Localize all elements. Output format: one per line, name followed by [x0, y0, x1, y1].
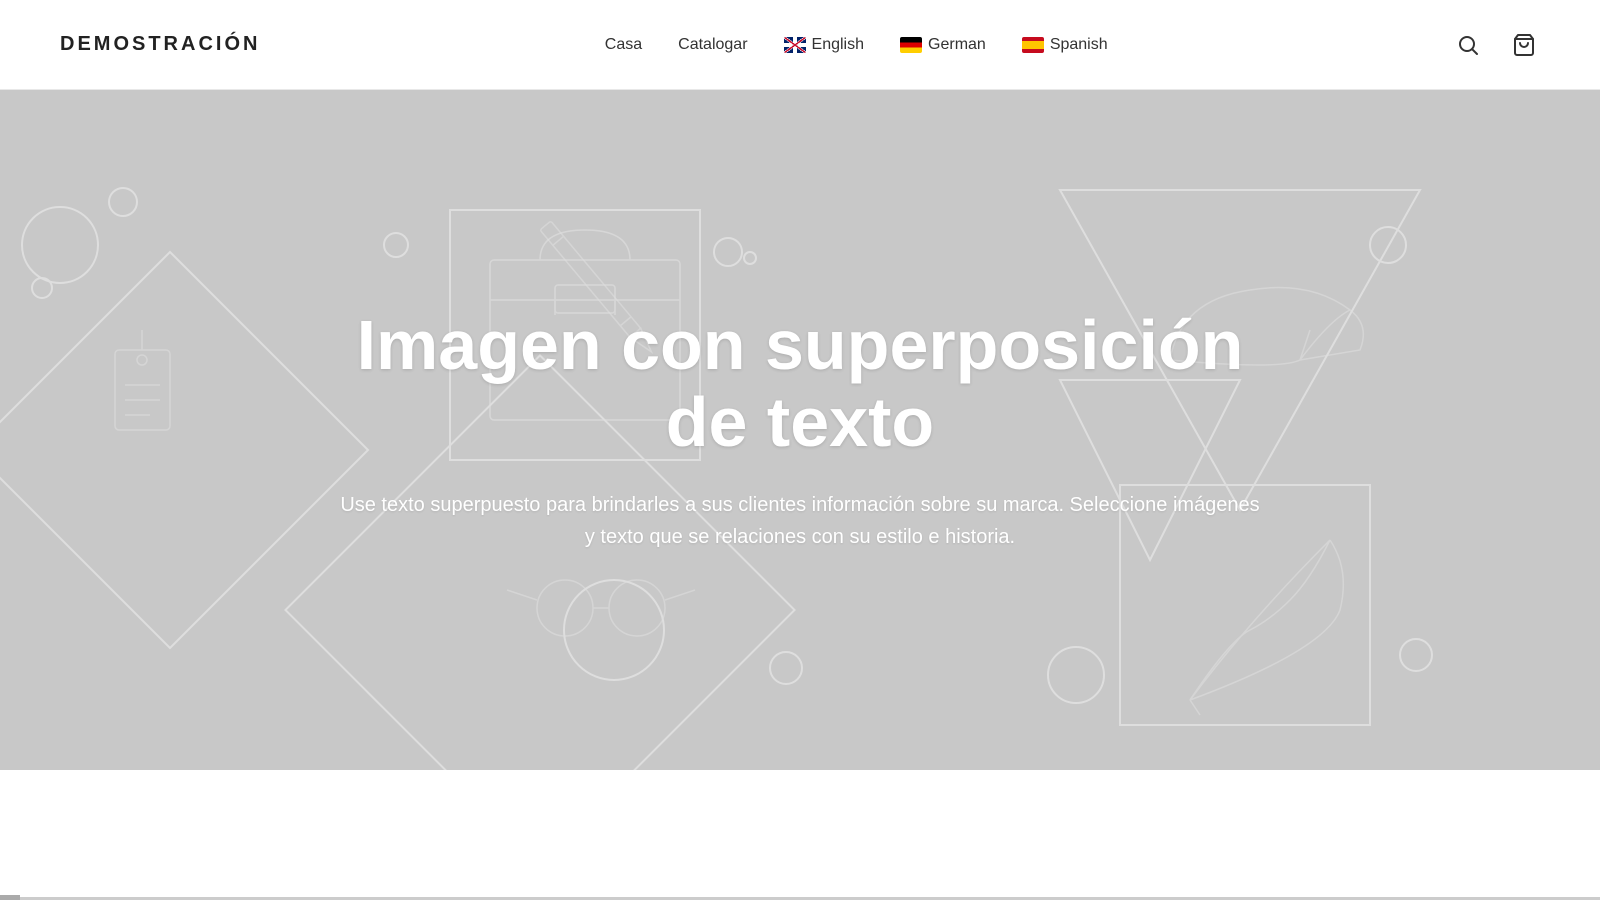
- scroll-indicator: [0, 895, 20, 900]
- site-header: DEMOSTRACIÓN Casa Catalogar English Germ…: [0, 0, 1600, 90]
- flag-es-icon: [1022, 37, 1044, 53]
- cart-button[interactable]: [1508, 29, 1540, 61]
- lang-german-label: German: [928, 36, 986, 54]
- nav-catalogar[interactable]: Catalogar: [678, 36, 747, 54]
- search-button[interactable]: [1452, 29, 1484, 61]
- search-icon: [1456, 33, 1480, 57]
- lang-spanish[interactable]: Spanish: [1022, 36, 1108, 54]
- hero-section: Imagen con superposición de texto Use te…: [0, 90, 1600, 770]
- flag-uk-icon: [784, 37, 806, 53]
- bottom-area: [0, 770, 1600, 900]
- flag-de-icon: [900, 37, 922, 53]
- hero-title: Imagen con superposición de texto: [340, 307, 1260, 461]
- lang-english-label: English: [812, 36, 864, 54]
- lang-german[interactable]: German: [900, 36, 986, 54]
- hero-subtitle: Use texto superpuesto para brindarles a …: [340, 489, 1260, 553]
- nav-casa[interactable]: Casa: [605, 36, 642, 54]
- header-icons: [1452, 29, 1540, 61]
- main-nav: Casa Catalogar English German Spanish: [605, 36, 1108, 54]
- site-brand[interactable]: DEMOSTRACIÓN: [60, 33, 260, 56]
- lang-spanish-label: Spanish: [1050, 36, 1108, 54]
- lang-english[interactable]: English: [784, 36, 864, 54]
- hero-content: Imagen con superposición de texto Use te…: [300, 307, 1300, 553]
- cart-icon: [1512, 33, 1536, 57]
